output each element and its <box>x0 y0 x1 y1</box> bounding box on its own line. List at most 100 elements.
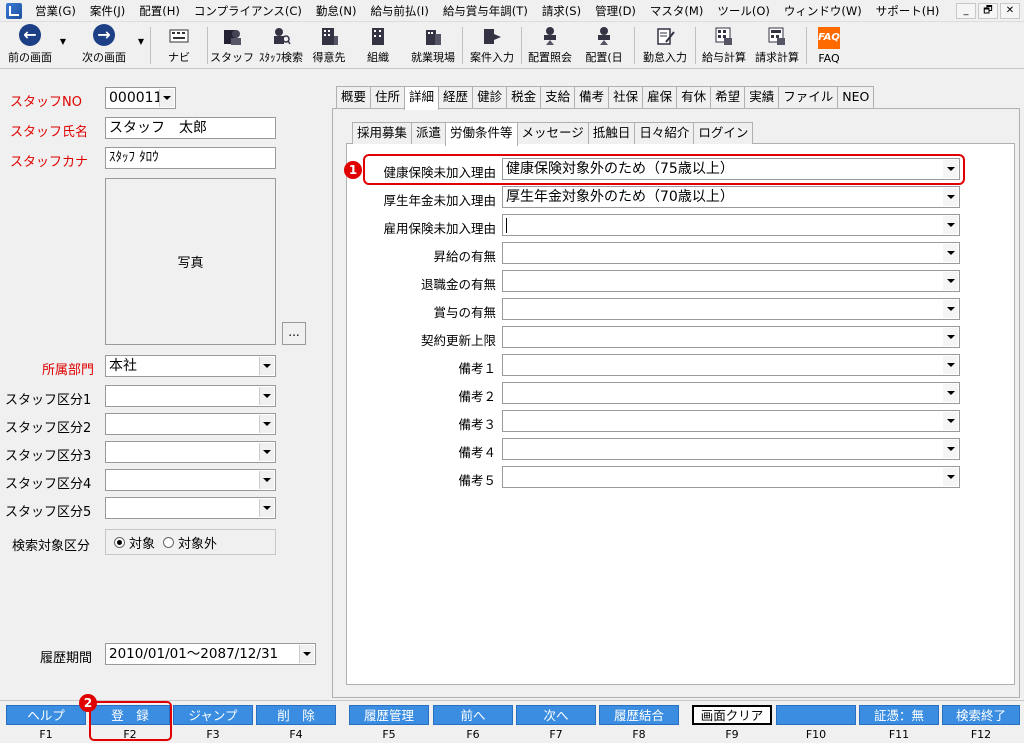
delete-button[interactable]: 削 除 <box>256 705 336 725</box>
chevron-down-icon[interactable] <box>259 471 274 489</box>
menu-sales[interactable]: 営業(G) <box>28 3 83 19</box>
tab-employment-insurance[interactable]: 雇保 <box>642 86 678 108</box>
restore-icon[interactable]: 🗗 <box>978 3 998 19</box>
history-manage-button[interactable]: 履歴管理 <box>349 705 429 725</box>
tab-neo[interactable]: NEO <box>837 86 875 108</box>
photo-browse-button[interactable]: ... <box>282 322 306 345</box>
chevron-down-icon[interactable] <box>943 188 958 206</box>
tab-file[interactable]: ファイル <box>778 86 839 108</box>
faq-button[interactable]: FAQ FAQ <box>809 23 849 68</box>
tab-address[interactable]: 住所 <box>370 86 406 108</box>
chevron-down-icon[interactable] <box>259 499 274 517</box>
menu-advance-pay[interactable]: 給与前払(I) <box>363 3 435 19</box>
chevron-down-icon[interactable] <box>259 443 274 461</box>
chevron-down-icon[interactable] <box>943 272 958 290</box>
chevron-down-icon[interactable] <box>299 645 314 663</box>
class2-select[interactable] <box>105 413 276 435</box>
tab-career[interactable]: 経歴 <box>438 86 474 108</box>
subtab-working-conditions[interactable]: 労働条件等 <box>445 122 518 146</box>
next-button[interactable]: 次へ <box>516 705 596 725</box>
history-merge-button[interactable]: 履歴結合 <box>599 705 679 725</box>
chevron-down-icon[interactable] <box>943 328 958 346</box>
subtab-dispatch[interactable]: 派遣 <box>411 122 447 144</box>
raise-select[interactable] <box>502 242 960 264</box>
chevron-down-icon[interactable] <box>943 244 958 262</box>
chevron-down-icon[interactable] <box>259 387 274 405</box>
navi-button[interactable]: ナビ <box>153 23 205 68</box>
help-button[interactable]: ヘルプ <box>6 705 86 725</box>
menu-support[interactable]: サポート(H) <box>869 3 947 19</box>
class5-select[interactable] <box>105 497 276 519</box>
payroll-button[interactable]: 給与計算 <box>698 23 750 68</box>
menu-tools[interactable]: ツール(O) <box>710 3 777 19</box>
retirement-select[interactable] <box>502 270 960 292</box>
staff-no-select[interactable]: 000011 <box>105 87 176 109</box>
attendance-input-button[interactable]: 勤怠入力 <box>637 23 693 68</box>
staff-kana-field[interactable]: ｽﾀｯﾌ ﾀﾛｳ <box>105 147 276 169</box>
tab-tax[interactable]: 税金 <box>506 86 542 108</box>
subtab-message[interactable]: メッセージ <box>516 122 589 144</box>
jump-button[interactable]: ジャンプ <box>173 705 253 725</box>
chevron-down-icon[interactable] <box>943 384 958 402</box>
note5-select[interactable] <box>502 466 960 488</box>
menu-master[interactable]: マスタ(M) <box>643 3 710 19</box>
menu-attendance[interactable]: 勤怠(N) <box>309 3 364 19</box>
staff-name-field[interactable]: スタッフ 太郎 <box>105 117 276 139</box>
evidence-button[interactable]: 証憑：無 <box>859 705 939 725</box>
menu-placement[interactable]: 配置(H) <box>132 3 187 19</box>
class3-select[interactable] <box>105 441 276 463</box>
note4-select[interactable] <box>502 438 960 460</box>
billing-button[interactable]: 請求計算 <box>750 23 804 68</box>
minimize-icon[interactable]: _ <box>956 3 976 19</box>
class4-select[interactable] <box>105 469 276 491</box>
chevron-down-icon[interactable] <box>159 89 174 107</box>
tab-payment[interactable]: 支給 <box>540 86 576 108</box>
subtab-login[interactable]: ログイン <box>693 122 754 144</box>
tab-details[interactable]: 詳細 <box>404 86 440 110</box>
forward-button[interactable]: → 次の画面 ▼ <box>70 23 144 68</box>
chevron-down-icon[interactable] <box>943 300 958 318</box>
class1-select[interactable] <box>105 385 276 407</box>
staff-button[interactable]: スタッフ <box>210 23 254 68</box>
history-period-select[interactable]: 2010/01/01～2087/12/31 <box>105 643 316 665</box>
clear-screen-button[interactable]: 画面クリア <box>692 705 772 725</box>
chevron-down-icon[interactable] <box>943 440 958 458</box>
chevron-down-icon[interactable] <box>943 412 958 430</box>
previous-button[interactable]: 前へ <box>433 705 513 725</box>
f10-button[interactable] <box>776 705 856 725</box>
tab-records[interactable]: 実績 <box>744 86 780 108</box>
menu-payroll[interactable]: 給与賞与年調(T) <box>436 3 535 19</box>
chevron-down-icon[interactable] <box>943 356 958 374</box>
menu-case[interactable]: 案件(J) <box>83 3 132 19</box>
end-search-button[interactable]: 検索終了 <box>942 705 1020 725</box>
staff-search-button[interactable]: ｽﾀｯﾌ検索 <box>254 23 308 68</box>
menu-management[interactable]: 管理(D) <box>588 3 643 19</box>
dropdown-arrow-icon[interactable]: ▼ <box>60 37 66 46</box>
tab-preferences[interactable]: 希望 <box>710 86 746 108</box>
client-button[interactable]: 得意先 <box>308 23 350 68</box>
back-button[interactable]: ← 前の画面 ▼ <box>0 23 66 68</box>
menu-billing[interactable]: 請求(S) <box>535 3 588 19</box>
tab-remarks[interactable]: 備考 <box>574 86 610 108</box>
radio-non-target[interactable]: 対象外 <box>163 533 217 552</box>
tab-social-insurance[interactable]: 社保 <box>608 86 644 108</box>
placement-day-button[interactable]: 配置(日 <box>576 23 632 68</box>
dept-select[interactable]: 本社 <box>105 355 276 377</box>
note3-select[interactable] <box>502 410 960 432</box>
dropdown-arrow-icon[interactable]: ▼ <box>138 37 144 46</box>
subtab-conflict-date[interactable]: 抵触日 <box>587 122 636 144</box>
subtab-daily-referral[interactable]: 日々紹介 <box>634 122 695 144</box>
pension-select[interactable]: 厚生年金対象外のため（70歳以上） <box>502 186 960 208</box>
placement-inquiry-button[interactable]: 配置照会 <box>524 23 576 68</box>
org-button[interactable]: 組織 <box>350 23 406 68</box>
note2-select[interactable] <box>502 382 960 404</box>
tab-health-check[interactable]: 健診 <box>472 86 508 108</box>
case-input-button[interactable]: 案件入力 <box>465 23 519 68</box>
chevron-down-icon[interactable] <box>943 216 958 234</box>
photo-box[interactable]: 写真 <box>105 178 276 345</box>
menu-window[interactable]: ウィンドウ(W) <box>777 3 869 19</box>
site-button[interactable]: 就業現場 <box>406 23 460 68</box>
chevron-down-icon[interactable] <box>259 415 274 433</box>
tab-overview[interactable]: 概要 <box>336 86 372 108</box>
contract-renewal-select[interactable] <box>502 326 960 348</box>
